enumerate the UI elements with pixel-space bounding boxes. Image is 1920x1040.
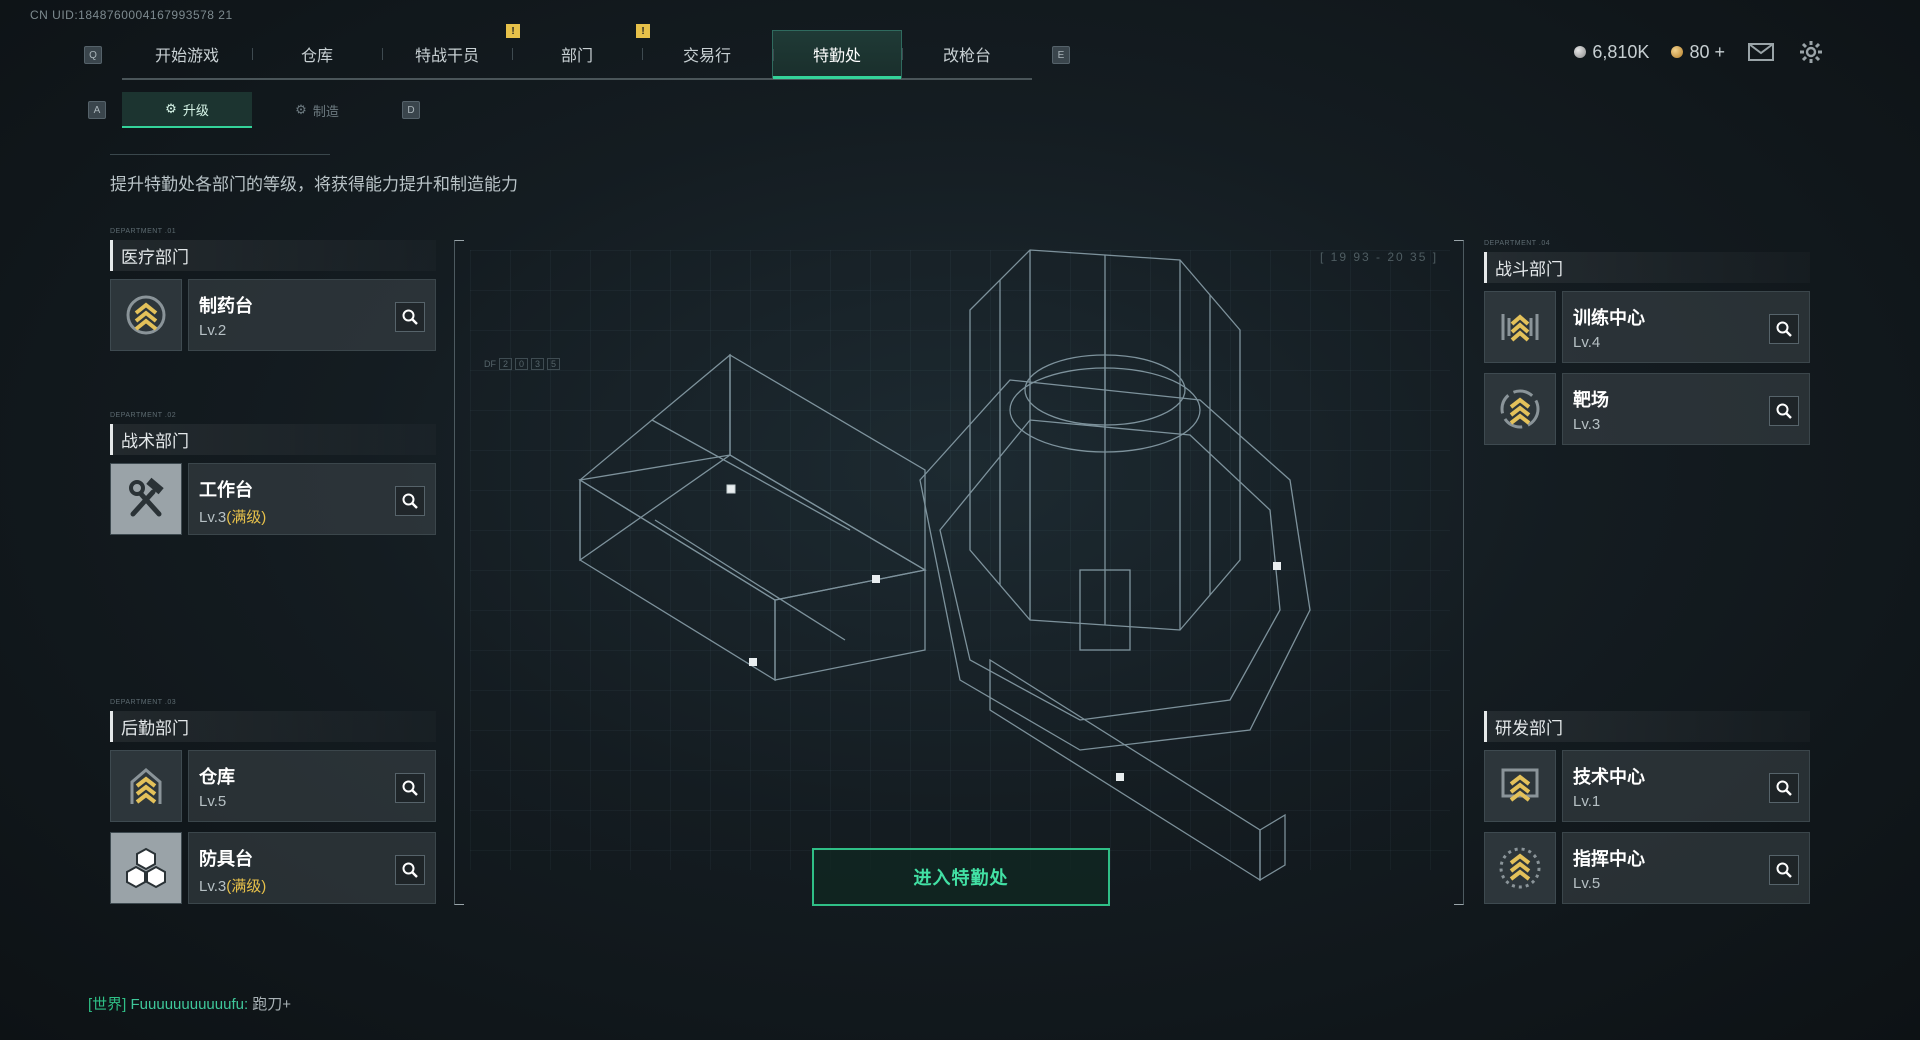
search-icon[interactable]	[1769, 855, 1799, 885]
search-icon[interactable]	[395, 486, 425, 516]
facility-level: Lv.2	[199, 322, 227, 339]
special-ops-building-wireframe[interactable]	[560, 230, 1340, 930]
tab-warehouse[interactable]: 仓库	[252, 30, 382, 78]
department-combat: DEPARTMENT .04 战斗部门 训练中心 Lv.4 靶场 Lv.3	[1484, 240, 1810, 455]
hud-df-indicator: DF 2035	[484, 358, 560, 370]
main-nav: Q 开始游戏 仓库 特战干员! 部门! 交易行 特勤处 改枪台 E	[84, 24, 1070, 80]
search-icon[interactable]	[1769, 314, 1799, 344]
chat-message: 跑刀+	[252, 996, 292, 1013]
key-hint-prev-tab[interactable]: Q	[84, 46, 102, 64]
facility-card-shooting-range[interactable]: 靶场 Lv.3	[1484, 373, 1810, 445]
facility-card-armor-bench[interactable]: 防具台 Lv.3(满级)	[110, 832, 436, 904]
facility-name: 工作台	[199, 480, 253, 500]
silver-currency: 6,810K	[1574, 42, 1649, 63]
department-research: 研发部门 技术中心 Lv.1 指挥中心 Lv.5	[1484, 699, 1810, 914]
department-title: 后勤部门	[110, 711, 436, 742]
rank-chevron-icon	[1484, 373, 1556, 445]
main-tabs: 开始游戏 仓库 特战干员! 部门! 交易行 特勤处 改枪台	[122, 24, 1032, 80]
search-icon[interactable]	[395, 855, 425, 885]
rank-chevron-icon	[110, 750, 182, 822]
facility-card-pharmacy[interactable]: 制药台 Lv.2	[110, 279, 436, 351]
subtab-craft[interactable]: ⚙ 制造	[252, 92, 382, 128]
facility-name: 防具台	[199, 849, 253, 869]
facility-level: Lv.5	[199, 793, 227, 810]
tab-gunsmith[interactable]: 改枪台	[902, 30, 1032, 78]
facility-level: Lv.1	[1573, 793, 1601, 810]
department-medical: DEPARTMENT .01 医疗部门 制药台 Lv.2	[110, 228, 436, 361]
rank-chevron-icon	[110, 279, 182, 351]
department-title: 研发部门	[1484, 711, 1810, 742]
department-tactical: DEPARTMENT .02 战术部门 工作台 Lv.3(满级)	[110, 412, 436, 545]
rank-chevron-icon	[1484, 291, 1556, 363]
upgrade-icon: ⚙	[165, 101, 177, 116]
department-title: 战术部门	[110, 424, 436, 455]
tab-special-ops[interactable]: 特勤处	[772, 30, 902, 79]
facility-card-workbench[interactable]: 工作台 Lv.3(满级)	[110, 463, 436, 535]
search-icon[interactable]	[1769, 773, 1799, 803]
department-title: 医疗部门	[110, 240, 436, 271]
facility-name: 指挥中心	[1573, 849, 1645, 869]
facility-level: Lv.3(满级)	[199, 509, 267, 526]
facility-card-warehouse[interactable]: 仓库 Lv.5	[110, 750, 436, 822]
facility-level: Lv.4	[1573, 334, 1601, 351]
tab-departments[interactable]: 部门!	[512, 24, 650, 78]
facility-name: 制药台	[199, 296, 253, 316]
tab-start-game[interactable]: 开始游戏	[122, 30, 252, 78]
rank-chevron-icon	[1484, 750, 1556, 822]
search-icon[interactable]	[395, 773, 425, 803]
chat-channel: [世界]	[88, 996, 127, 1013]
rank-chevron-icon	[1484, 832, 1556, 904]
left-frame-bracket	[454, 240, 464, 905]
mail-icon[interactable]	[1747, 40, 1775, 64]
sub-nav: A ⚙ 升级 ⚙ 制造 D	[88, 92, 420, 128]
hud-coordinates: [ 19 93 - 20 35 ]	[1320, 250, 1439, 264]
divider	[110, 154, 330, 155]
page-description: 提升特勤处各部门的等级，将获得能力提升和制造能力	[110, 175, 518, 194]
settings-gear-icon[interactable]	[1797, 40, 1825, 64]
gold-currency[interactable]: 80 +	[1671, 42, 1725, 63]
facility-name: 靶场	[1573, 390, 1609, 410]
right-frame-bracket	[1454, 240, 1464, 905]
cubes-icon	[110, 832, 182, 904]
search-icon[interactable]	[1769, 396, 1799, 426]
chat-line[interactable]: [世界] Fuuuuuuuuuuufu: 跑刀+	[88, 993, 291, 1014]
search-icon[interactable]	[395, 302, 425, 332]
enter-special-ops-button[interactable]: 进入特勤处	[812, 848, 1110, 906]
facility-card-tech-center[interactable]: 技术中心 Lv.1	[1484, 750, 1810, 822]
department-title: 战斗部门	[1484, 252, 1810, 283]
player-uid: CN UID:1848760004167993578 21	[30, 8, 233, 22]
craft-icon: ⚙	[295, 102, 307, 117]
facility-card-command-center[interactable]: 指挥中心 Lv.5	[1484, 832, 1810, 904]
department-logistics: DEPARTMENT .03 后勤部门 仓库 Lv.5 防具台 Lv.3(满级)	[110, 699, 436, 914]
hammer-wrench-icon	[110, 463, 182, 535]
facility-name: 训练中心	[1573, 308, 1645, 328]
facility-level: Lv.5	[1573, 875, 1601, 892]
facility-card-training-center[interactable]: 训练中心 Lv.4	[1484, 291, 1810, 363]
facility-level: Lv.3	[1573, 416, 1601, 433]
gold-coin-icon	[1671, 46, 1684, 58]
facility-name: 仓库	[199, 767, 235, 787]
silver-coin-icon	[1574, 46, 1587, 58]
tab-trading[interactable]: 交易行	[642, 30, 772, 78]
tab-operators[interactable]: 特战干员!	[382, 24, 520, 78]
subtab-upgrade[interactable]: ⚙ 升级	[122, 92, 252, 128]
key-hint-next-tab[interactable]: E	[1052, 46, 1070, 64]
facility-level: Lv.3(满级)	[199, 878, 267, 895]
top-right-bar: 6,810K 80 +	[1574, 40, 1825, 64]
facility-name: 技术中心	[1573, 767, 1645, 787]
key-hint-next-subtab[interactable]: D	[402, 101, 420, 119]
key-hint-prev-subtab[interactable]: A	[88, 101, 106, 119]
chat-user: Fuuuuuuuuuuufu:	[130, 996, 249, 1013]
